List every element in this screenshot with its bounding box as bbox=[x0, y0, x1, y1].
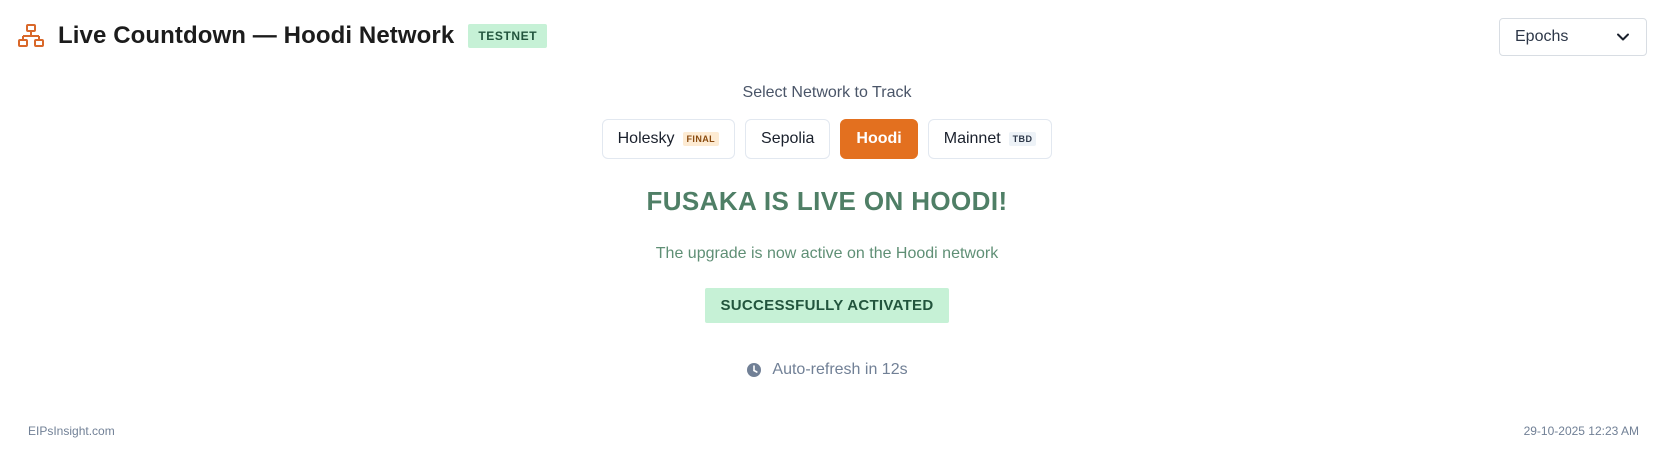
footer-site: EIPsInsight.com bbox=[28, 424, 115, 438]
network-name: Mainnet bbox=[943, 130, 1001, 147]
status-badge: SUCCESSFULLY ACTIVATED bbox=[705, 288, 949, 323]
network-button-sepolia[interactable]: Sepolia bbox=[745, 119, 831, 159]
network-name: Hoodi bbox=[856, 130, 902, 147]
clock-icon bbox=[746, 362, 762, 378]
auto-refresh: Auto-refresh in 12s bbox=[0, 361, 1654, 379]
page-title: Live Countdown — Hoodi Network bbox=[58, 22, 455, 49]
network-name: Sepolia bbox=[761, 130, 815, 147]
network-button-mainnet[interactable]: Mainnet TBD bbox=[927, 119, 1053, 159]
status-badge-wrap: SUCCESSFULLY ACTIVATED bbox=[0, 288, 1654, 323]
live-heading: FUSAKA IS LIVE ON HOODI! bbox=[646, 186, 1008, 216]
network-selector: Holesky FINAL Sepolia Hoodi Mainnet TBD bbox=[0, 119, 1654, 159]
status-subtext: The upgrade is now active on the Hoodi n… bbox=[655, 245, 999, 262]
network-select-label: Select Network to Track bbox=[742, 84, 912, 101]
units-select[interactable]: Epochs bbox=[1499, 18, 1647, 56]
auto-refresh-text: Auto-refresh in 12s bbox=[772, 361, 908, 378]
network-tag-tbd: TBD bbox=[1008, 132, 1037, 146]
network-icon bbox=[18, 23, 44, 49]
header: Live Countdown — Hoodi Network TESTNET bbox=[18, 16, 548, 56]
network-button-hoodi[interactable]: Hoodi bbox=[840, 119, 918, 159]
testnet-badge: TESTNET bbox=[468, 24, 548, 48]
network-name: Holesky bbox=[617, 130, 675, 147]
network-button-holesky[interactable]: Holesky FINAL bbox=[601, 119, 736, 159]
page: Live Countdown — Hoodi Network TESTNET E… bbox=[0, 0, 1654, 458]
chevron-down-icon bbox=[1616, 30, 1630, 44]
footer-timestamp: 29-10-2025 12:23 AM bbox=[1523, 424, 1639, 438]
units-select-value: Epochs bbox=[1515, 28, 1569, 45]
network-tag-final: FINAL bbox=[682, 132, 720, 146]
